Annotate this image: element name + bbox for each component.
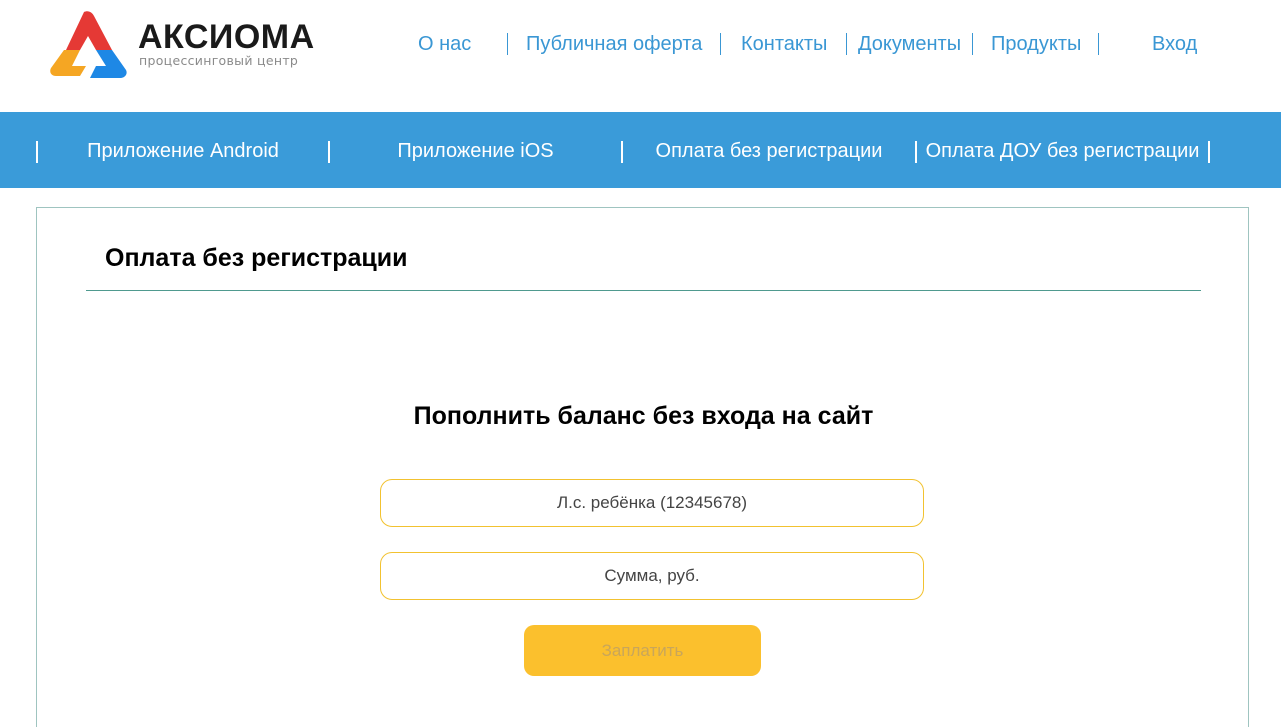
top-nav-login[interactable]: Вход <box>1152 30 1197 58</box>
page-title: Оплата без регистрации <box>105 244 408 272</box>
top-nav-separator <box>507 33 508 55</box>
sub-nav-separator <box>1208 141 1210 163</box>
top-nav-separator <box>846 33 847 55</box>
top-nav-separator <box>1098 33 1099 55</box>
top-nav-about[interactable]: О нас <box>418 30 471 58</box>
top-nav-separator <box>972 33 973 55</box>
sub-nav-android-app[interactable]: Приложение Android <box>38 112 328 188</box>
sub-nav: Приложение Android Приложение iOS Оплата… <box>0 112 1281 188</box>
top-nav-public-offer[interactable]: Публичная оферта <box>526 30 702 58</box>
sub-nav-pay-dou-without-registration[interactable]: Оплата ДОУ без регистрации <box>917 112 1208 188</box>
form-heading: Пополнить баланс без входа на сайт <box>413 402 874 430</box>
top-nav-products[interactable]: Продукты <box>991 30 1081 58</box>
site-header: АКСИОМА процессинговый центр О нас Публи… <box>0 0 1281 112</box>
account-number-input[interactable] <box>380 479 924 527</box>
top-nav-separator <box>720 33 721 55</box>
top-nav-contacts[interactable]: Контакты <box>741 30 827 58</box>
sub-nav-ios-app[interactable]: Приложение iOS <box>330 112 621 188</box>
title-divider <box>86 290 1201 291</box>
amount-input[interactable] <box>380 552 924 600</box>
sub-nav-pay-without-registration[interactable]: Оплата без регистрации <box>623 112 915 188</box>
payment-panel: Оплата без регистрации Пополнить баланс … <box>36 207 1249 727</box>
top-nav-documents[interactable]: Документы <box>858 30 961 58</box>
top-nav: О нас Публичная оферта Контакты Документ… <box>0 30 1281 58</box>
pay-button[interactable]: Заплатить <box>524 625 761 676</box>
